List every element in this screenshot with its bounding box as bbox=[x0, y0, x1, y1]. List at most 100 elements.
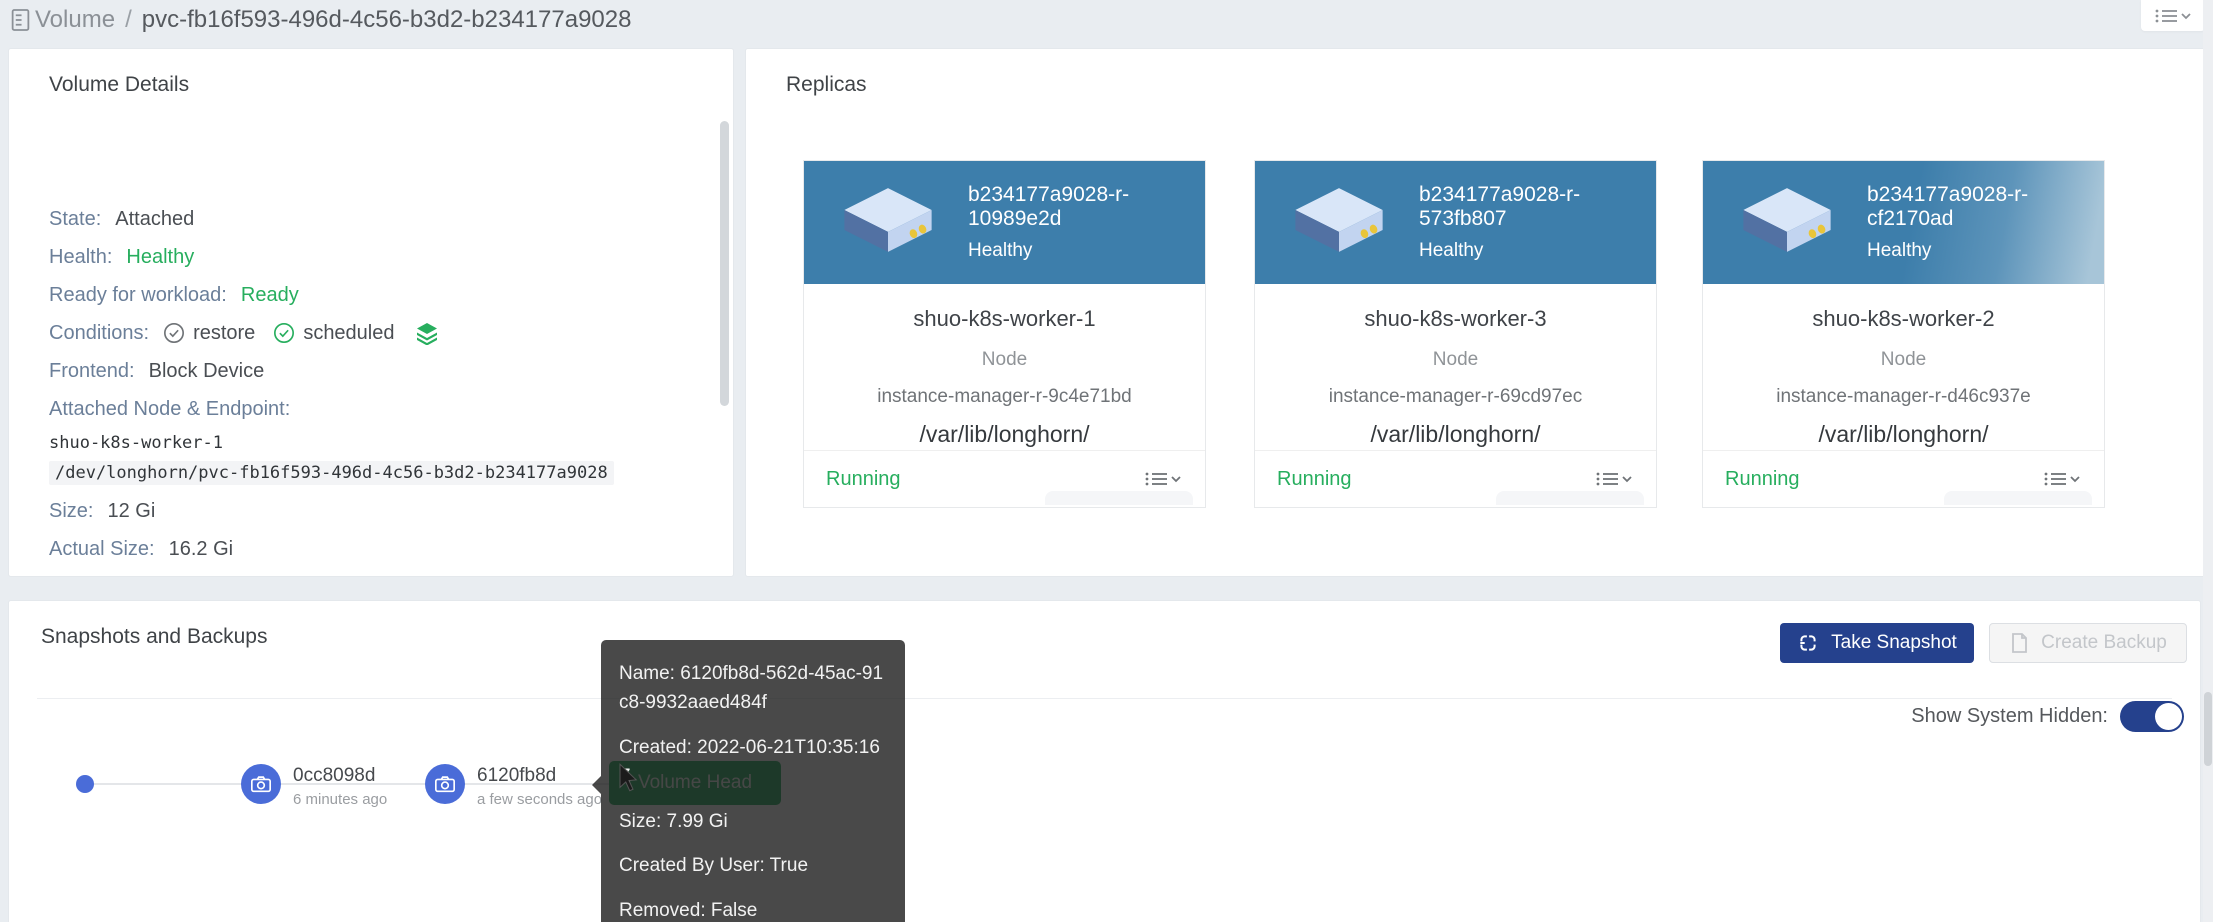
detail-row-state: State: Attached bbox=[49, 200, 703, 238]
toggle-knob bbox=[2155, 703, 2182, 730]
tooltip-arrow bbox=[592, 776, 601, 794]
show-system-hidden-row: Show System Hidden: bbox=[1911, 701, 2184, 732]
replica-card-footer: Running bbox=[804, 450, 1205, 507]
frontend-label: Frontend: bbox=[49, 360, 135, 383]
detail-row-size: Size: 12 Gi bbox=[49, 492, 703, 530]
replica-status: Running bbox=[1725, 468, 1800, 491]
page-scrollbar-thumb[interactable] bbox=[2204, 692, 2212, 766]
health-value: Healthy bbox=[126, 246, 194, 269]
create-backup-label: Create Backup bbox=[2041, 632, 2167, 654]
breadcrumb-volume-name: pvc-fb16f593-496d-4c56-b3d2-b234177a9028 bbox=[142, 6, 632, 34]
endpoint-node: shuo-k8s-worker-1 bbox=[49, 428, 703, 458]
create-backup-button[interactable]: Create Backup bbox=[1989, 623, 2187, 663]
snapshot-node[interactable] bbox=[425, 764, 465, 804]
endpoint-device-text: /dev/longhorn/pvc-fb16f593-496d-4c56-b3d… bbox=[49, 461, 614, 485]
replica-instance-manager: instance-manager-r-d46c937e bbox=[1703, 386, 2104, 408]
tooltip-removed: Removed: False bbox=[619, 897, 887, 922]
replica-status: Running bbox=[826, 468, 901, 491]
endpoint-label: Attached Node & Endpoint: bbox=[49, 398, 290, 421]
replica-card: b234177a9028-r-573fb807 Healthy shuo-k8s… bbox=[1254, 160, 1657, 508]
detail-row-frontend: Frontend: Block Device bbox=[49, 352, 703, 390]
breadcrumb-section[interactable]: Volume bbox=[35, 6, 115, 34]
take-snapshot-button[interactable]: Take Snapshot bbox=[1780, 623, 1974, 663]
state-value: Attached bbox=[115, 208, 194, 231]
endpoint-node-text: shuo-k8s-worker-1 bbox=[49, 433, 223, 453]
detail-row-endpoint-label: Attached Node & Endpoint: bbox=[49, 390, 703, 428]
snapshot-tooltip: Name: 6120fb8d-562d-45ac-91c8-9932aaed48… bbox=[601, 640, 905, 922]
page-scrollbar-track[interactable] bbox=[2203, 0, 2213, 922]
detail-row-ready: Ready for workload: Ready bbox=[49, 276, 703, 314]
replicas-panel: Replicas b234177a9028-r-10989e2d Healthy… bbox=[745, 48, 2207, 577]
camera-icon bbox=[250, 774, 272, 794]
replica-card-footer: Running bbox=[1255, 450, 1656, 507]
backup-file-icon bbox=[2009, 632, 2029, 654]
replica-instance-manager: instance-manager-r-69cd97ec bbox=[1255, 386, 1656, 408]
replica-menu-hover-bg bbox=[1045, 491, 1193, 505]
replica-card-header: b234177a9028-r-573fb807 Healthy bbox=[1255, 161, 1656, 284]
breadcrumb-separator: / bbox=[125, 6, 132, 34]
snapshot-node[interactable] bbox=[241, 764, 281, 804]
snapshots-title: Snapshots and Backups bbox=[41, 625, 268, 649]
detail-row-actual-size: Actual Size: 16.2 Gi bbox=[49, 530, 703, 568]
condition-scheduled-label: scheduled bbox=[303, 322, 394, 345]
size-value: 12 Gi bbox=[107, 500, 155, 523]
replica-menu-hover-bg bbox=[1944, 491, 2092, 505]
frontend-value: Block Device bbox=[149, 360, 265, 383]
data-locality-label: Data Locality: bbox=[49, 576, 170, 578]
replica-disk-path: /var/lib/longhorn/ bbox=[1703, 421, 2104, 448]
conditions-label: Conditions: bbox=[49, 322, 149, 345]
details-scrollbar[interactable] bbox=[720, 121, 729, 406]
tooltip-name: Name: 6120fb8d-562d-45ac-91c8-9932aaed48… bbox=[619, 660, 887, 718]
replica-disk-path: /var/lib/longhorn/ bbox=[1255, 421, 1656, 448]
replica-node: shuo-k8s-worker-3 bbox=[1255, 306, 1656, 332]
layers-icon[interactable] bbox=[415, 321, 439, 345]
replica-name: b234177a9028-r-573fb807 bbox=[1419, 183, 1656, 231]
replica-card-header: b234177a9028-r-10989e2d Healthy bbox=[804, 161, 1205, 284]
replica-card-header: b234177a9028-r-cf2170ad Healthy bbox=[1703, 161, 2104, 284]
disk-icon bbox=[1737, 186, 1837, 259]
replica-actions-menu-button[interactable] bbox=[2042, 470, 2082, 488]
replica-node: shuo-k8s-worker-1 bbox=[804, 306, 1205, 332]
replica-health: Healthy bbox=[968, 240, 1205, 262]
disk-icon bbox=[1289, 186, 1389, 259]
replica-name: b234177a9028-r-10989e2d bbox=[968, 183, 1205, 231]
replica-instance-manager: instance-manager-r-9c4e71bd bbox=[804, 386, 1205, 408]
ready-label: Ready for workload: bbox=[49, 284, 227, 307]
tooltip-created-by-user: Created By User: True bbox=[619, 852, 887, 881]
breadcrumb: Volume / pvc-fb16f593-496d-4c56-b3d2-b23… bbox=[10, 6, 631, 34]
endpoint-device: /dev/longhorn/pvc-fb16f593-496d-4c56-b3d… bbox=[49, 458, 703, 488]
take-snapshot-label: Take Snapshot bbox=[1831, 632, 1957, 654]
page-actions-menu-button[interactable] bbox=[2141, 0, 2205, 31]
condition-restore-label: restore bbox=[193, 322, 255, 345]
actual-size-value: 16.2 Gi bbox=[169, 538, 233, 561]
replica-health: Healthy bbox=[1419, 240, 1656, 262]
state-label: State: bbox=[49, 208, 101, 231]
condition-scheduled[interactable]: scheduled bbox=[273, 322, 394, 345]
replicas-title: Replicas bbox=[786, 73, 867, 97]
replica-card: b234177a9028-r-cf2170ad Healthy shuo-k8s… bbox=[1702, 160, 2105, 508]
volume-details-title: Volume Details bbox=[49, 73, 189, 97]
disk-icon bbox=[838, 186, 938, 259]
replica-actions-menu-button[interactable] bbox=[1143, 470, 1183, 488]
replica-card: b234177a9028-r-10989e2d Healthy shuo-k8s… bbox=[803, 160, 1206, 508]
replica-node: shuo-k8s-worker-2 bbox=[1703, 306, 2104, 332]
ready-value: Ready bbox=[241, 284, 299, 307]
detail-row-data-locality: Data Locality: disabled bbox=[49, 568, 703, 577]
list-caret-icon bbox=[1143, 470, 1183, 488]
mouse-cursor bbox=[617, 763, 643, 798]
actual-size-label: Actual Size: bbox=[49, 538, 155, 561]
replica-disk-path: /var/lib/longhorn/ bbox=[804, 421, 1205, 448]
replica-name: b234177a9028-r-cf2170ad bbox=[1867, 183, 2104, 231]
camera-icon bbox=[434, 774, 456, 794]
show-system-hidden-toggle[interactable] bbox=[2120, 701, 2184, 732]
replica-menu-hover-bg bbox=[1496, 491, 1644, 505]
health-label: Health: bbox=[49, 246, 112, 269]
replica-node-type: Node bbox=[1255, 349, 1656, 371]
list-caret-icon bbox=[2153, 7, 2193, 25]
condition-restore[interactable]: restore bbox=[163, 322, 255, 345]
list-caret-icon bbox=[1594, 470, 1634, 488]
replica-actions-menu-button[interactable] bbox=[1594, 470, 1634, 488]
size-label: Size: bbox=[49, 500, 93, 523]
data-locality-value: disabled bbox=[184, 576, 259, 578]
volume-details-panel: Volume Details State: Attached Health: H… bbox=[8, 48, 734, 577]
